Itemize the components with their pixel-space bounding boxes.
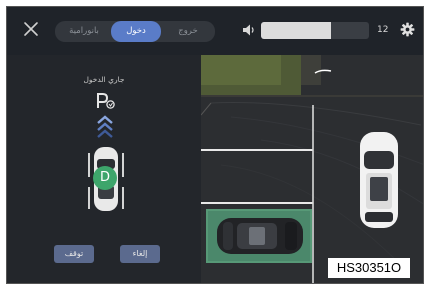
tab-exit[interactable]: خروج xyxy=(165,21,211,42)
pause-button[interactable]: توقف xyxy=(54,245,94,263)
tab-enter[interactable]: دخول xyxy=(111,21,161,42)
volume-level xyxy=(261,22,332,39)
park-assist-icon xyxy=(97,93,115,109)
own-vehicle xyxy=(217,218,303,254)
top-bar: بانورامية دخول خروج 12 xyxy=(7,7,423,55)
forward-arrows-icon xyxy=(97,115,113,138)
figure-code: HS30351O xyxy=(328,258,410,278)
parking-status: جاري الدخول xyxy=(83,75,125,84)
mode-selector: بانورامية دخول خروج xyxy=(55,21,215,42)
close-icon[interactable] xyxy=(23,21,39,37)
parked-vehicle xyxy=(360,132,398,228)
tab-panoramic[interactable]: بانورامية xyxy=(61,21,107,42)
gear-icon[interactable] xyxy=(400,22,415,37)
cancel-button[interactable]: إلغاء xyxy=(120,245,160,263)
guidance-panel: جاري الدخول D توقف إلغاء xyxy=(7,55,201,283)
volume-slider[interactable] xyxy=(261,22,369,39)
gear-indicator: D xyxy=(93,166,117,190)
camera-view xyxy=(201,55,423,283)
parking-assist-screen: بانورامية دخول خروج 12 جاري الدخول D توق… xyxy=(6,6,424,284)
speaker-icon[interactable] xyxy=(242,23,258,37)
volume-value: 12 xyxy=(377,25,389,35)
